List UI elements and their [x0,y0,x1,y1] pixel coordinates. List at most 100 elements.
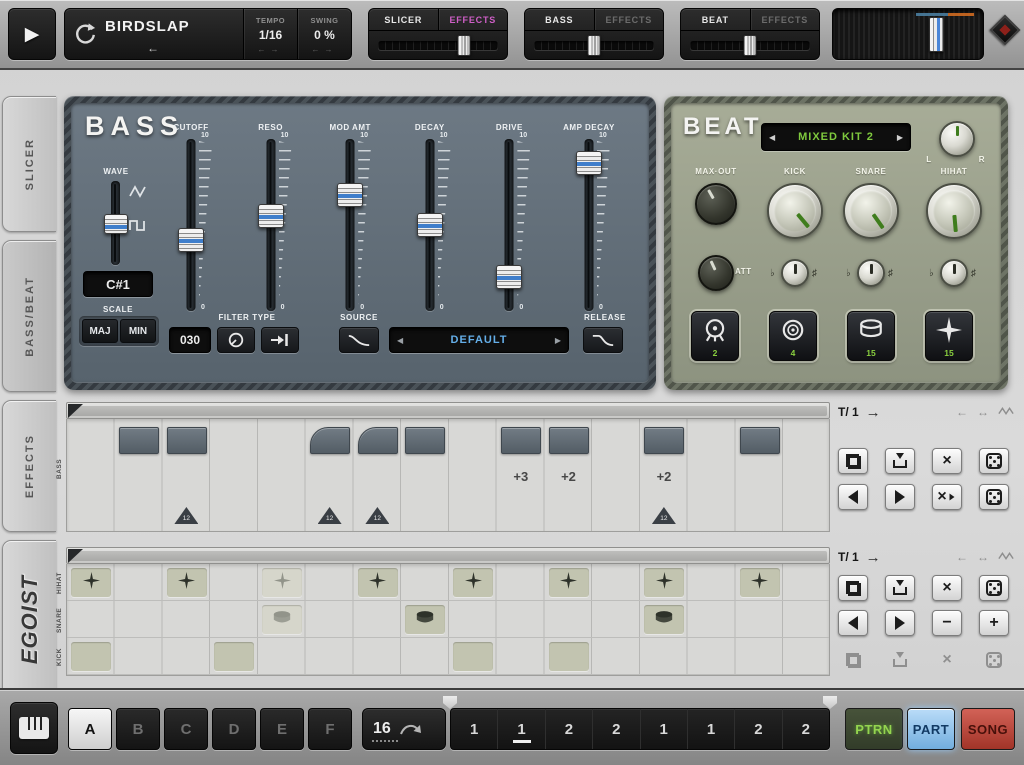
hihat-step-7[interactable] [358,568,398,597]
delete-button[interactable]: × [932,448,962,474]
minus-button[interactable]: − [932,610,962,636]
snare-step-13[interactable] [644,605,684,634]
paste-button[interactable] [885,575,915,601]
part-mode-button[interactable]: PART [907,708,955,750]
scale-min-button[interactable]: MIN [120,319,156,343]
kick-step-9[interactable] [453,642,493,671]
bass-note-step-6[interactable] [310,427,350,454]
tempo-control[interactable]: TEMPO 1/16 ←→ [243,9,297,59]
preset-prev-icon[interactable]: ← [147,41,159,55]
hihat-knob[interactable] [926,183,982,239]
paste-button[interactable] [885,647,915,673]
hihat-step-13[interactable] [644,568,684,597]
copy-button[interactable] [838,575,868,601]
release-curve-button[interactable] [583,327,623,353]
tempo-arrows-icon[interactable]: ←→ [258,45,284,54]
bass-note-step-7[interactable] [358,427,398,454]
hihat-step-9[interactable] [453,568,493,597]
maxout-knob[interactable] [695,183,737,225]
crossfade-slider[interactable] [534,32,654,59]
swing-arrows-icon[interactable]: ←→ [312,45,338,54]
transpose-value[interactable]: T/ 1 [838,550,859,564]
hihat-step-5[interactable] [262,568,302,597]
chain-step-4[interactable]: 2 [592,709,639,749]
shift-right-button[interactable] [885,610,915,636]
fader-handle[interactable] [337,183,363,207]
paste-button[interactable] [885,448,915,474]
chain-step-5[interactable]: 1 [640,709,687,749]
ptrn-mode-button[interactable]: PTRN [845,708,903,750]
bass-seq-scrollbar[interactable] [66,402,830,419]
beat-step-grid[interactable] [66,564,830,676]
fader-track[interactable] [187,139,196,311]
tab-beat[interactable]: BEAT [681,9,750,30]
beat-seq-scrollbar[interactable] [66,547,830,564]
kit-left-icon[interactable]: ◀ [769,133,775,142]
chain-step-2[interactable]: 1 [497,709,544,749]
pattern-slot-b[interactable]: B [116,708,160,750]
chain-step-8[interactable]: 2 [782,709,829,749]
crossfade-slider[interactable] [690,32,810,59]
pingpong-icon[interactable]: ↔ [977,550,989,564]
volume-handle[interactable] [929,17,944,52]
kick-step-11[interactable] [549,642,589,671]
hihat-step-15[interactable] [740,568,780,597]
plus-button[interactable]: + [979,610,1009,636]
snare-step-5[interactable] [262,605,302,634]
pattern-length-button[interactable]: 16 [362,708,446,750]
random-walk-icon[interactable] [998,548,1014,566]
bass-note-step-15[interactable] [740,427,780,454]
preset-display[interactable]: BIRDSLAP ← [105,9,243,59]
bass-note-step-10[interactable] [501,427,541,454]
dice-button[interactable] [979,575,1009,601]
dice-button[interactable] [979,448,1009,474]
drum-pad-snare[interactable]: 15 [847,311,895,361]
play-direction-icon[interactable]: → [866,549,947,566]
keyboard-button[interactable] [10,702,58,754]
hihat-step-1[interactable] [71,568,111,597]
shift-left-button[interactable] [838,610,868,636]
tab-effects[interactable]: EFFECTS [750,9,820,30]
fader-handle[interactable] [178,228,204,252]
copy-button[interactable] [838,448,868,474]
hihat-step-3[interactable] [167,568,207,597]
retrigger-icon[interactable] [65,9,105,59]
fader-handle[interactable] [417,213,443,237]
play-direction-icon[interactable]: → [866,404,947,421]
bass-note-step-8[interactable] [405,427,445,454]
snare-step-8[interactable] [405,605,445,634]
kit-dropdown[interactable]: ◀ MIXED KIT 2 ▶ [761,123,911,151]
chain-step-6[interactable]: 1 [687,709,734,749]
tab-effects[interactable]: EFFECTS [594,9,664,30]
pattern-slot-e[interactable]: E [260,708,304,750]
chain-step-3[interactable]: 2 [545,709,592,749]
drum-pad-hihat[interactable]: 15 [925,311,973,361]
chain-step-7[interactable]: 2 [734,709,781,749]
volume-slider[interactable] [832,8,984,60]
kick-step-4[interactable] [214,642,254,671]
hihat-tune-knob[interactable] [940,259,968,287]
crossfade-handle[interactable] [588,35,601,56]
crossfade-slider[interactable] [378,32,498,59]
pan-knob[interactable] [939,121,975,157]
bass-note-step-3[interactable] [167,427,207,454]
play-button[interactable]: ▶ [8,8,56,60]
fader-handle[interactable] [576,151,602,175]
hihat-step-11[interactable] [549,568,589,597]
transpose-value[interactable]: T/ 1 [838,405,859,419]
sidebar-item-slicer[interactable]: SLICER [2,96,56,232]
fader-handle[interactable] [258,204,284,228]
shift-right-button[interactable] [885,484,915,510]
source-dropdown[interactable]: ◀ DEFAULT ▶ [389,327,569,353]
drum-pad-kick-drum[interactable]: 2 [691,311,739,361]
source-curve-button[interactable] [339,327,379,353]
kick-step-1[interactable] [71,642,111,671]
crossfade-handle[interactable] [458,35,471,56]
tab-effects[interactable]: EFFECTS [438,9,508,30]
kick-knob[interactable] [767,183,823,239]
shift-left-button[interactable] [838,484,868,510]
repeat-marker[interactable]: 12 [174,507,198,524]
tab-bass[interactable]: BASS [525,9,594,30]
kit-right-icon[interactable]: ▶ [897,133,903,142]
pingpong-icon[interactable]: ↔ [977,405,989,419]
